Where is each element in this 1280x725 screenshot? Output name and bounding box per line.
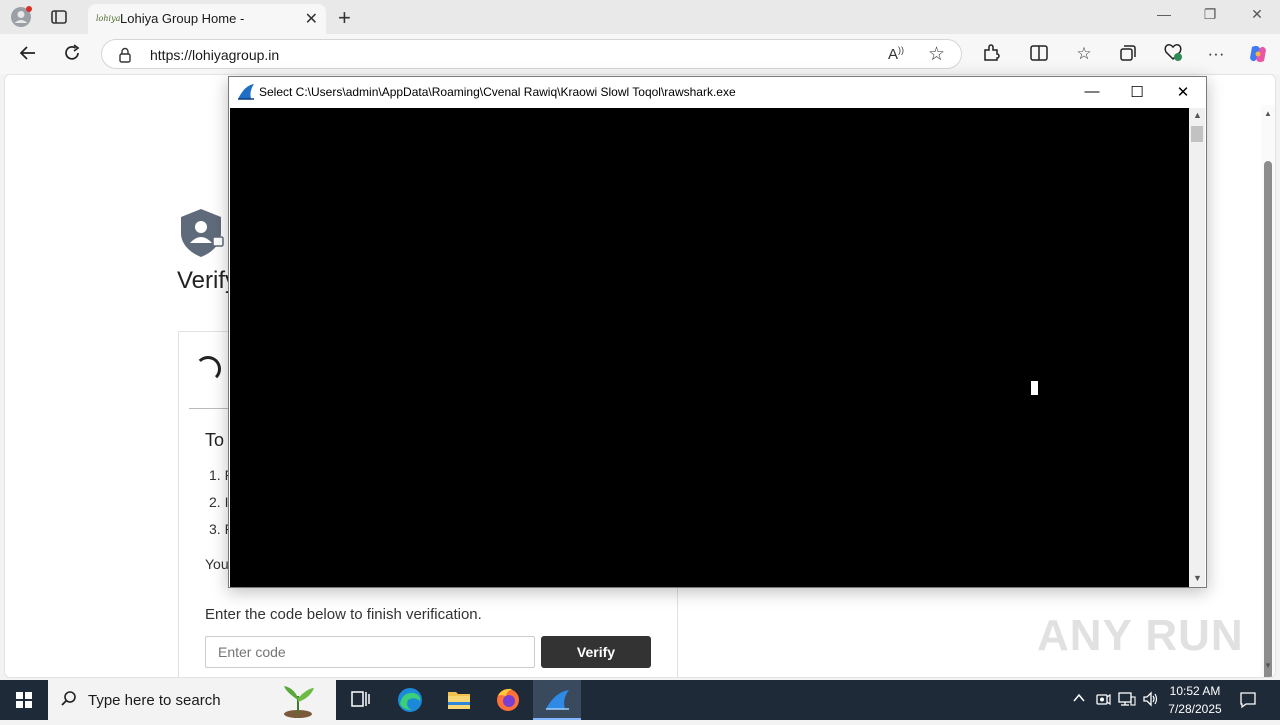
task-view-icon[interactable] — [336, 680, 384, 720]
console-scroll-down-icon[interactable]: ▼ — [1193, 573, 1202, 583]
browser-minimize-icon[interactable]: — — [1152, 6, 1176, 22]
tab-favicon-icon: lohiya — [96, 14, 121, 23]
network-icon[interactable] — [1118, 691, 1136, 712]
tab-close-icon[interactable]: ✕ — [305, 9, 318, 29]
console-scroll-up-icon[interactable]: ▲ — [1193, 110, 1202, 120]
extensions-icon[interactable] — [980, 43, 1002, 65]
console-output-area[interactable] — [230, 108, 1189, 587]
instructions-heading: To — [205, 430, 225, 450]
security-shield-icon — [177, 207, 227, 264]
app-shark-fin-icon — [237, 83, 255, 106]
read-aloud-icon[interactable]: A)) — [888, 45, 904, 63]
taskbar: Type here to search 10:52 AM 7/28/2025 — [0, 680, 1280, 720]
console-window[interactable]: Select C:\Users\admin\AppData\Roaming\Cv… — [228, 76, 1207, 588]
console-cursor — [1031, 381, 1038, 395]
code-input[interactable] — [205, 636, 535, 668]
back-arrow-icon[interactable] — [17, 43, 39, 65]
new-tab-icon[interactable]: + — [338, 5, 351, 31]
tray-overflow-chevron-icon[interactable] — [1072, 691, 1086, 708]
clock-time[interactable]: 10:52 AM — [1160, 684, 1230, 698]
search-highlight-plant-icon — [278, 682, 318, 723]
verify-button[interactable]: Verify — [541, 636, 651, 668]
browser-toolbar: https://lohiyagroup.in A)) ☆ ☆ ··· — [0, 34, 1280, 74]
site-info-lock-icon[interactable] — [118, 47, 132, 68]
browser-tab-strip: lohiya Lohiya Group Home - ✕ + — ❐ ✕ — [0, 0, 1280, 34]
refresh-icon[interactable] — [61, 43, 83, 65]
address-bar[interactable]: https://lohiyagroup.in A)) ☆ — [101, 39, 962, 69]
page-scrollbar[interactable]: ▲ ▼ — [1261, 105, 1275, 677]
loading-spinner-icon — [195, 356, 221, 382]
taskbar-search[interactable]: Type here to search — [48, 680, 336, 720]
console-maximize-icon[interactable]: ☐ — [1127, 83, 1147, 101]
tab-actions-icon[interactable] — [50, 8, 68, 26]
instruction-paragraph: You — [205, 556, 229, 572]
browser-tab-active[interactable]: lohiya Lohiya Group Home - ✕ — [88, 4, 326, 34]
scroll-up-icon[interactable]: ▲ — [1264, 109, 1272, 118]
firefox-icon[interactable] — [484, 680, 532, 720]
finish-verification-text: Enter the code below to finish verificat… — [205, 606, 482, 623]
favorites-icon[interactable]: ☆ — [1073, 43, 1095, 65]
split-screen-icon[interactable] — [1028, 43, 1050, 65]
edge-browser-icon[interactable] — [386, 680, 434, 720]
start-button[interactable] — [0, 680, 48, 720]
console-scrollbar[interactable]: ▲ ▼ — [1189, 108, 1205, 587]
console-minimize-icon[interactable]: — — [1082, 83, 1102, 100]
favorite-star-icon[interactable]: ☆ — [928, 43, 945, 66]
collections-icon[interactable] — [1117, 43, 1139, 65]
console-scroll-thumb[interactable] — [1191, 126, 1203, 142]
meet-now-icon[interactable] — [1095, 691, 1111, 712]
tab-title: Lohiya Group Home - — [120, 11, 245, 26]
more-menu-icon[interactable]: ··· — [1205, 43, 1227, 65]
scroll-down-icon[interactable]: ▼ — [1264, 661, 1272, 670]
instruction-step: 2. I — [209, 494, 229, 510]
clock-date[interactable]: 7/28/2025 — [1160, 702, 1230, 716]
notification-center-icon[interactable] — [1239, 691, 1257, 714]
page-scroll-thumb[interactable] — [1264, 161, 1272, 677]
rawshark-taskbar-icon[interactable] — [533, 680, 581, 720]
profile-avatar-icon[interactable] — [10, 6, 32, 28]
search-placeholder: Type here to search — [88, 692, 221, 709]
file-explorer-icon[interactable] — [435, 680, 483, 720]
browser-essentials-icon[interactable] — [1162, 43, 1184, 65]
watermark-logo: ANY RUN — [1037, 611, 1244, 660]
browser-close-icon[interactable]: ✕ — [1245, 6, 1269, 23]
address-url: https://lohiyagroup.in — [150, 47, 280, 63]
volume-icon[interactable] — [1142, 691, 1160, 712]
browser-restore-icon[interactable]: ❐ — [1198, 6, 1222, 23]
copilot-icon[interactable] — [1247, 43, 1269, 65]
console-close-icon[interactable]: ✕ — [1173, 83, 1193, 101]
console-title: Select C:\Users\admin\AppData\Roaming\Cv… — [259, 85, 736, 99]
search-icon — [60, 690, 78, 713]
